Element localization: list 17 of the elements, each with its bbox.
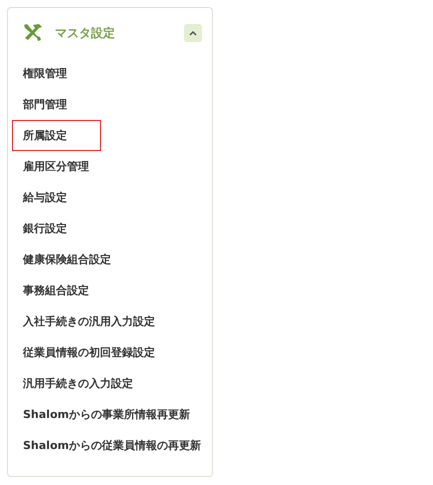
menu-item[interactable]: 汎用手続きの入力設定 xyxy=(12,368,144,399)
menu-item[interactable]: 事務組合設定 xyxy=(12,275,100,306)
tools-icon xyxy=(21,23,43,43)
menu-item[interactable]: 給与設定 xyxy=(12,182,78,213)
menu-item[interactable]: Shalomからの事業所情報再更新 xyxy=(12,399,201,430)
collapse-button[interactable] xyxy=(184,24,202,42)
menu-item[interactable]: 部門管理 xyxy=(12,89,78,120)
menu-item[interactable]: 所属設定 xyxy=(12,120,101,151)
menu-item[interactable]: Shalomからの従業員情報の再更新 xyxy=(12,430,212,461)
menu-item[interactable]: 権限管理 xyxy=(12,58,78,89)
chevron-up-icon xyxy=(188,29,198,37)
menu-item[interactable]: 入社手続きの汎用入力設定 xyxy=(12,306,166,337)
menu-item[interactable]: 従業員情報の初回登録設定 xyxy=(12,337,166,368)
panel-title: マスタ設定 xyxy=(55,24,116,42)
menu-item[interactable]: 雇用区分管理 xyxy=(12,151,100,182)
menu-item[interactable]: 銀行設定 xyxy=(12,213,78,244)
menu-item[interactable]: 健康保険組合設定 xyxy=(12,244,122,275)
